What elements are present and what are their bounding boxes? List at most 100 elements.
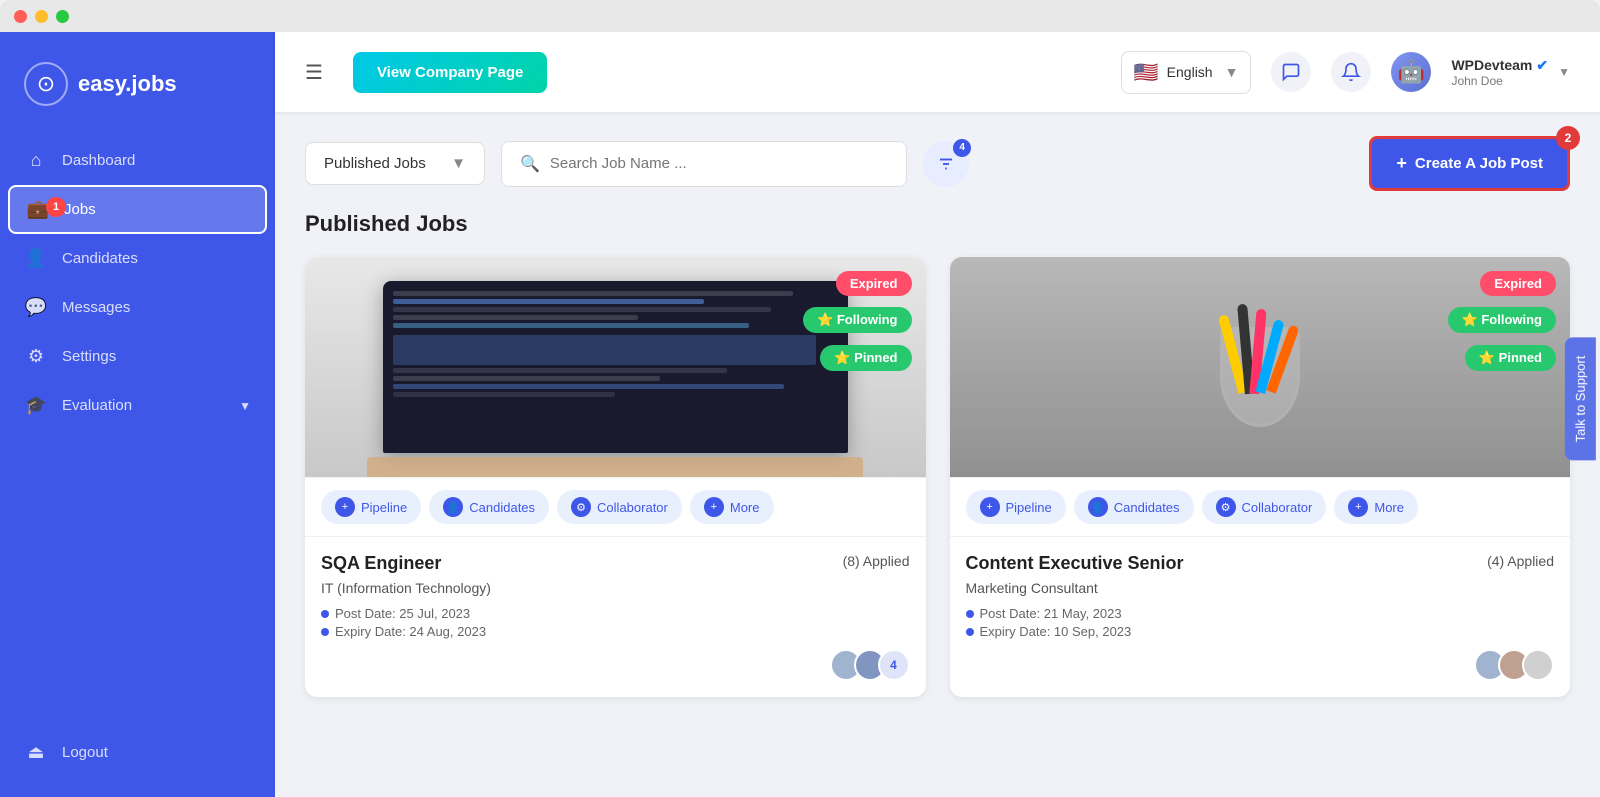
content-dates: Post Date: 21 May, 2023 Expiry Date: 10 … [966,606,1555,639]
language-selector[interactable]: 🇺🇸 English ▼ [1121,51,1252,94]
content-candidates-label: Candidates [1114,500,1180,515]
content-footer [966,649,1555,681]
section-title: Published Jobs [305,211,1570,237]
content-applied-count: (4) Applied [1487,553,1554,569]
content-candidates-button[interactable]: 👤 Candidates [1074,490,1194,524]
content-title-row: Content Executive Senior (4) Applied [966,553,1555,574]
sidebar-label-candidates: Candidates [62,250,138,267]
chat-button[interactable] [1271,52,1311,92]
sqa-avatar-stack: 4 [830,649,910,681]
search-icon: 🔍 [520,154,540,174]
chat-icon [1281,62,1301,82]
jobs-grid: Expired ⭐ Following ⭐ Pinned + Pipeline … [305,257,1570,697]
logout-button[interactable]: ⏏ Logout [0,728,275,777]
content-pipeline-button[interactable]: + Pipeline [966,490,1066,524]
evaluation-chevron-icon: ▼ [239,399,251,413]
filter-icon [937,155,955,173]
sqa-candidates-label: Candidates [469,500,535,515]
sidebar-nav: ⌂ Dashboard 💼 Jobs 1 👤 Candidates 💬 Mess… [0,136,275,728]
filter-bar: Published Jobs ▼ 🔍 4 [305,136,1570,191]
logout-icon: ⏏ [24,742,48,763]
bell-icon [1341,62,1361,82]
header: ☰ View Company Page 🇺🇸 English ▼ [275,32,1600,112]
sqa-job-title: SQA Engineer [321,553,441,574]
filter-dropdown[interactable]: Published Jobs ▼ [305,142,485,185]
sqa-pinned-badge[interactable]: ⭐ Pinned [820,345,911,371]
candidates-icon: 👤 [24,248,48,269]
app-container: ⊙ easy.jobs ⌂ Dashboard 💼 Jobs 1 👤 Candi… [0,32,1600,797]
content-expired-badge: Expired [1480,271,1556,296]
create-job-button[interactable]: + Create A Job Post [1369,136,1570,191]
sqa-avatar-count: 4 [878,649,910,681]
menu-icon[interactable]: ☰ [305,60,323,85]
verified-icon: ✔ [1536,57,1548,74]
content-collaborator-button[interactable]: ⚙ Collaborator [1202,490,1327,524]
sqa-more-button[interactable]: + More [690,490,774,524]
user-name: WPDevteam ✔ [1451,57,1548,74]
sidebar-item-settings[interactable]: ⚙ Settings [0,332,275,381]
filter-dropdown-label: Published Jobs [324,155,426,172]
content-more-plus-icon: + [1348,497,1368,517]
content-category: Marketing Consultant [966,580,1555,596]
job-card-image-content: Expired ⭐ Following ⭐ Pinned [950,257,1571,477]
sqa-pipeline-label: Pipeline [361,500,407,515]
sqa-collaborator-label: Collaborator [597,500,668,515]
create-job-badge: 2 [1556,126,1580,150]
search-box: 🔍 [501,141,907,187]
sqa-following-badge[interactable]: ⭐ Following [803,307,911,333]
create-job-label: Create A Job Post [1415,155,1543,172]
content-collaborator-label: Collaborator [1242,500,1313,515]
sidebar-logout: ⏏ Logout [0,728,275,777]
window-maximize-dot[interactable] [56,10,69,23]
user-role: John Doe [1451,74,1548,88]
sidebar-item-messages[interactable]: 💬 Messages [0,283,275,332]
view-company-button[interactable]: View Company Page [353,52,547,93]
content-expiry-date: Expiry Date: 10 Sep, 2023 [966,624,1555,639]
content-pipeline-plus-icon: + [980,497,1000,517]
content-body: Content Executive Senior (4) Applied Mar… [950,537,1571,697]
window-close-dot[interactable] [14,10,27,23]
sidebar-label-jobs: Jobs [64,201,96,218]
filter-button[interactable]: 4 [923,141,969,187]
sidebar-item-dashboard[interactable]: ⌂ Dashboard [0,136,275,185]
content-pinned-badge[interactable]: ⭐ Pinned [1465,345,1556,371]
sidebar-label-evaluation: Evaluation [62,397,132,414]
user-avatar: 🤖 [1391,52,1431,92]
sidebar-item-evaluation[interactable]: 🎓 Evaluation ▼ [0,381,275,430]
job-card-image-sqa: Expired ⭐ Following ⭐ Pinned [305,257,926,477]
talk-to-support-button[interactable]: Talk to Support [1565,337,1596,460]
search-input[interactable] [550,155,888,172]
sidebar-label-dashboard: Dashboard [62,152,135,169]
logo-text: easy.jobs [78,71,177,97]
sidebar: ⊙ easy.jobs ⌂ Dashboard 💼 Jobs 1 👤 Candi… [0,32,275,797]
notifications-button[interactable] [1331,52,1371,92]
evaluation-icon: 🎓 [24,395,48,416]
content-collaborator-gear-icon: ⚙ [1216,497,1236,517]
window-minimize-dot[interactable] [35,10,48,23]
sidebar-item-jobs[interactable]: 💼 Jobs 1 [8,185,267,234]
content-following-badge[interactable]: ⭐ Following [1448,307,1556,333]
settings-icon: ⚙ [24,346,48,367]
main-content: ☰ View Company Page 🇺🇸 English ▼ [275,32,1600,797]
lang-chevron-icon: ▼ [1225,64,1239,80]
sqa-category: IT (Information Technology) [321,580,910,596]
create-job-plus-icon: + [1396,153,1407,174]
sidebar-item-candidates[interactable]: 👤 Candidates [0,234,275,283]
collaborator-gear-icon: ⚙ [571,497,591,517]
sqa-candidates-button[interactable]: 👤 Candidates [429,490,549,524]
sqa-applied-count: (8) Applied [843,553,910,569]
sidebar-label-settings: Settings [62,348,116,365]
sqa-collaborator-button[interactable]: ⚙ Collaborator [557,490,682,524]
content-avatar-3 [1522,649,1554,681]
window-chrome [0,0,1600,32]
sqa-pipeline-button[interactable]: + Pipeline [321,490,421,524]
sqa-post-date: Post Date: 25 Jul, 2023 [321,606,910,621]
sqa-actions: + Pipeline 👤 Candidates ⚙ Collaborator [305,477,926,537]
job-card-sqa-engineer: Expired ⭐ Following ⭐ Pinned + Pipeline … [305,257,926,697]
content-actions: + Pipeline 👤 Candidates ⚙ Collaborator [950,477,1571,537]
candidates-person-icon: 👤 [443,497,463,517]
content-more-button[interactable]: + More [1334,490,1418,524]
jobs-badge: 1 [46,197,66,217]
user-info[interactable]: WPDevteam ✔ John Doe ▼ [1451,57,1570,88]
content-post-date: Post Date: 21 May, 2023 [966,606,1555,621]
